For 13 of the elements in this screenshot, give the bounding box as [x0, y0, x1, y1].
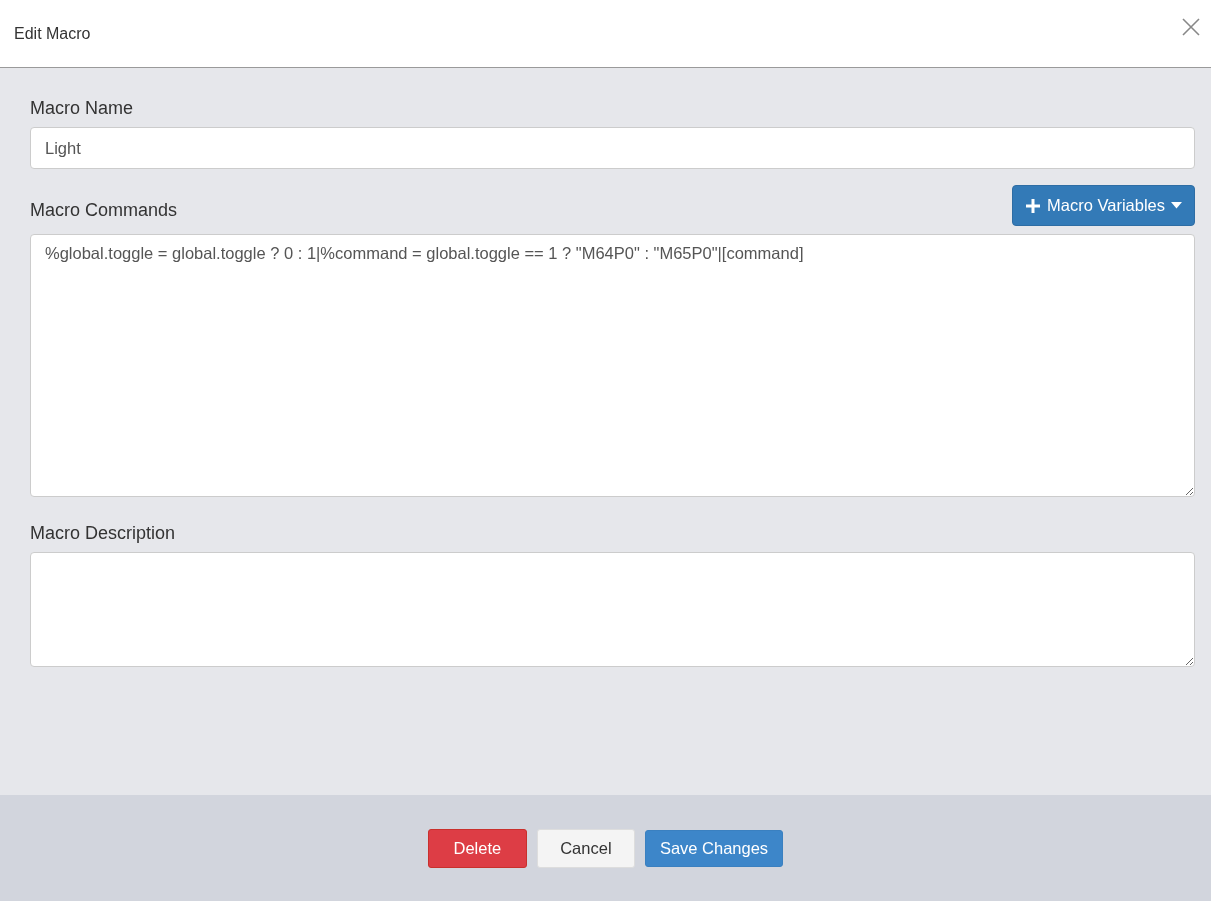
field-label: Macro Commands — [30, 200, 178, 221]
close-icon[interactable] — [1181, 16, 1201, 37]
cancel-button[interactable]: Cancel — [536, 828, 635, 868]
save-button[interactable]: Save Changes — [644, 829, 784, 867]
caret-icon — [1171, 202, 1182, 209]
dropdown-button[interactable]: Macro Variables — [1012, 185, 1195, 226]
dialog-title: Edit Macro — [14, 24, 91, 43]
field-label: Macro Name — [30, 98, 134, 119]
plus-icon — [1025, 197, 1041, 214]
text-field[interactable]: Light — [30, 127, 1195, 169]
delete-button[interactable]: Delete — [427, 828, 527, 868]
text-area[interactable]: %global.toggle = global.toggle ? 0 : 1|%command = global.toggle == 1 ? "M64P0" : "M65P0"|[command] — [30, 234, 1195, 497]
field-label: Macro Description — [30, 523, 176, 544]
